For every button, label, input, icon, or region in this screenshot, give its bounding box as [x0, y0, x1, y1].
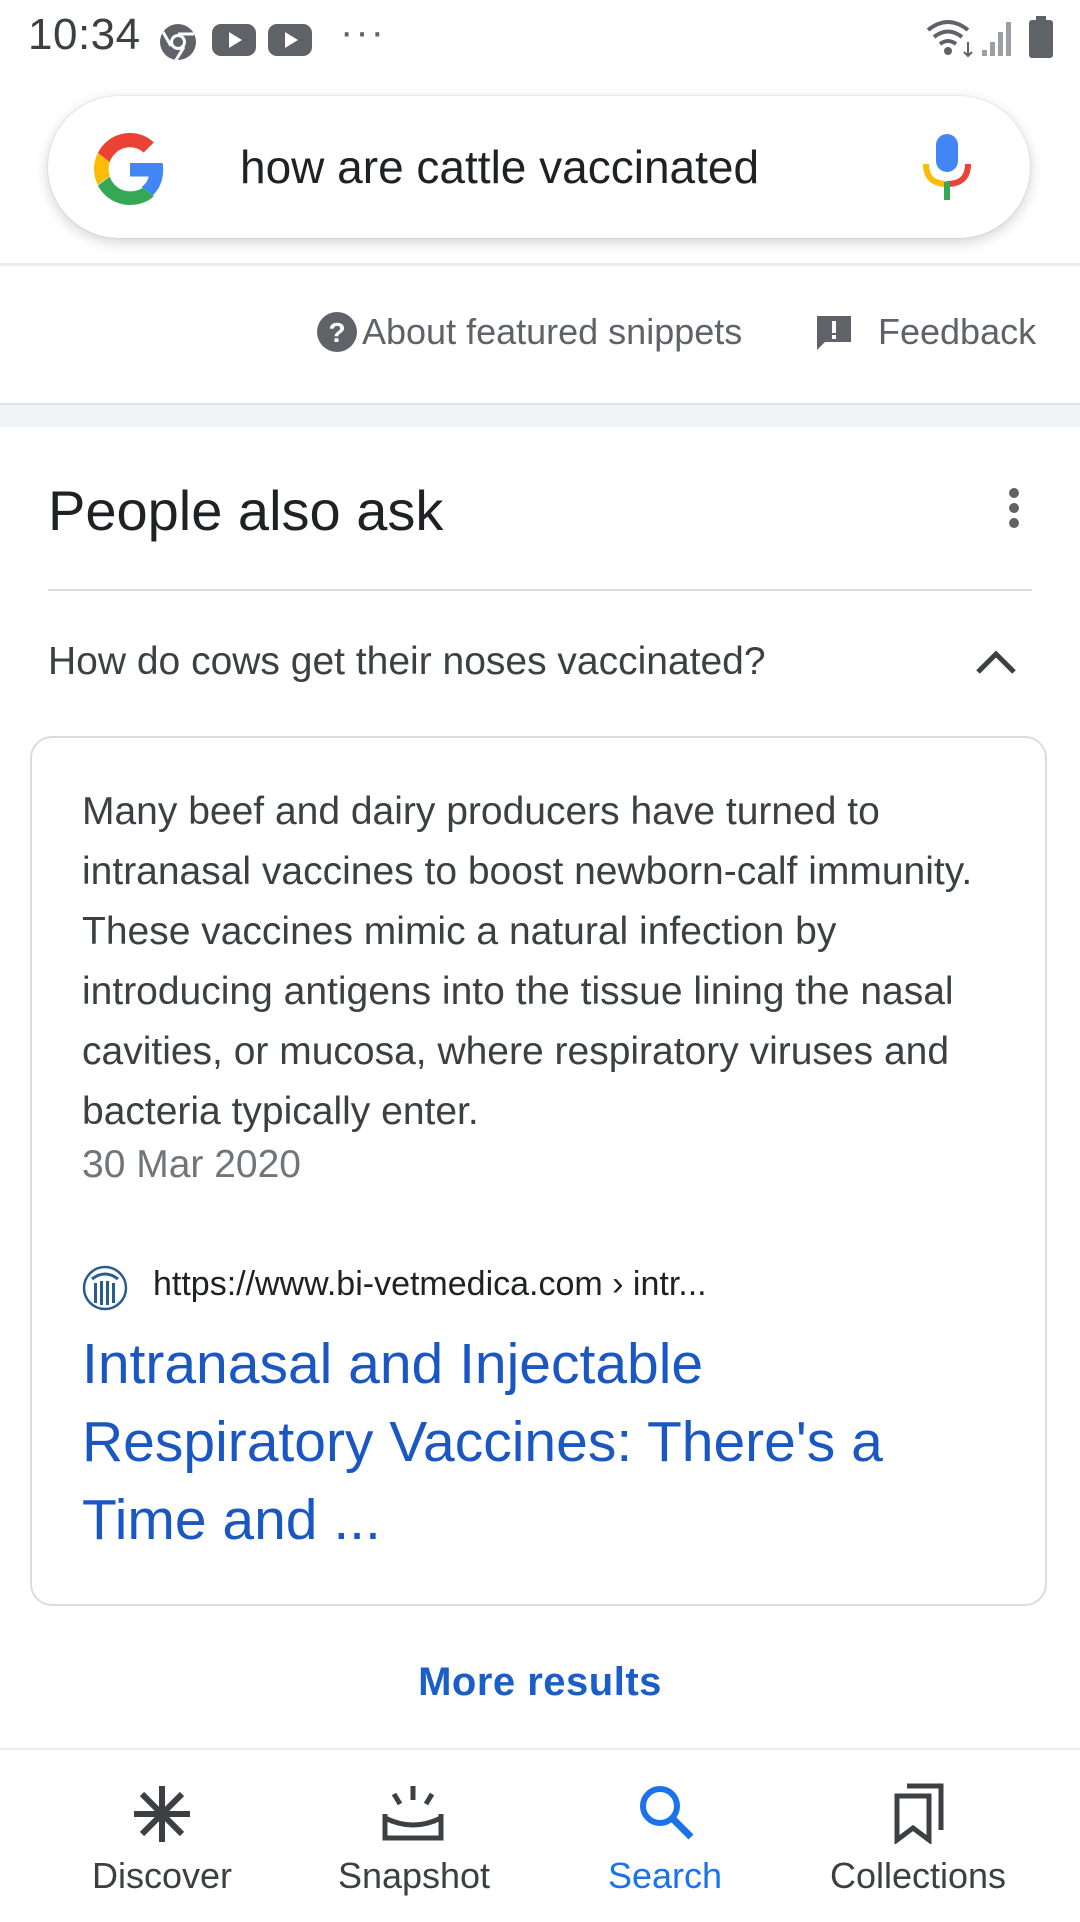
search-icon[interactable] [636, 1782, 696, 1842]
wifi-icon [926, 20, 973, 58]
chrome-icon [160, 24, 196, 61]
svg-text:?: ? [328, 317, 345, 348]
nav-collections[interactable]: Collections [783, 1855, 1053, 1897]
site-favicon-icon [82, 1265, 128, 1311]
answer-date: 30 Mar 2020 [82, 1143, 301, 1186]
signal-icon [982, 22, 1011, 56]
youtube-icon [212, 24, 256, 56]
feedback-link[interactable]: Feedback [878, 311, 1036, 353]
microphone-icon[interactable] [920, 134, 974, 202]
chevron-up-icon[interactable] [974, 648, 1018, 676]
feedback-icon[interactable] [815, 314, 853, 352]
nav-search[interactable]: Search [530, 1855, 800, 1897]
asterisk-icon[interactable] [130, 1782, 194, 1846]
help-icon[interactable]: ? [316, 311, 358, 353]
section-separator [0, 403, 1080, 427]
paa-question[interactable]: How do cows get their noses vaccinated? [48, 640, 766, 684]
divider [48, 589, 1032, 591]
more-notifications-icon: ··· [340, 10, 386, 54]
about-featured-snippets-link[interactable]: About featured snippets [362, 311, 742, 353]
youtube-icon [268, 24, 312, 56]
answer-text: Many beef and dairy producers have turne… [82, 790, 973, 1133]
bookmarks-icon[interactable] [893, 1782, 947, 1844]
people-also-ask-heading: People also ask [48, 479, 444, 542]
snapshot-icon[interactable] [380, 1782, 446, 1846]
nav-discover[interactable]: Discover [27, 1855, 297, 1897]
more-options-icon[interactable] [1000, 486, 1028, 536]
search-query-text[interactable]: how are cattle vaccinated [240, 140, 759, 194]
google-logo-icon [94, 133, 164, 205]
divider [0, 263, 1080, 266]
status-time: 10:34 [28, 10, 141, 59]
battery-icon [1029, 16, 1053, 58]
source-url[interactable]: https://www.bi-vetmedica.com › intr... [153, 1265, 707, 1304]
result-title-link[interactable]: Intranasal and Injectable Respiratory Va… [82, 1325, 982, 1559]
more-results-button[interactable]: More results [0, 1660, 1080, 1705]
nav-snapshot[interactable]: Snapshot [279, 1855, 549, 1897]
